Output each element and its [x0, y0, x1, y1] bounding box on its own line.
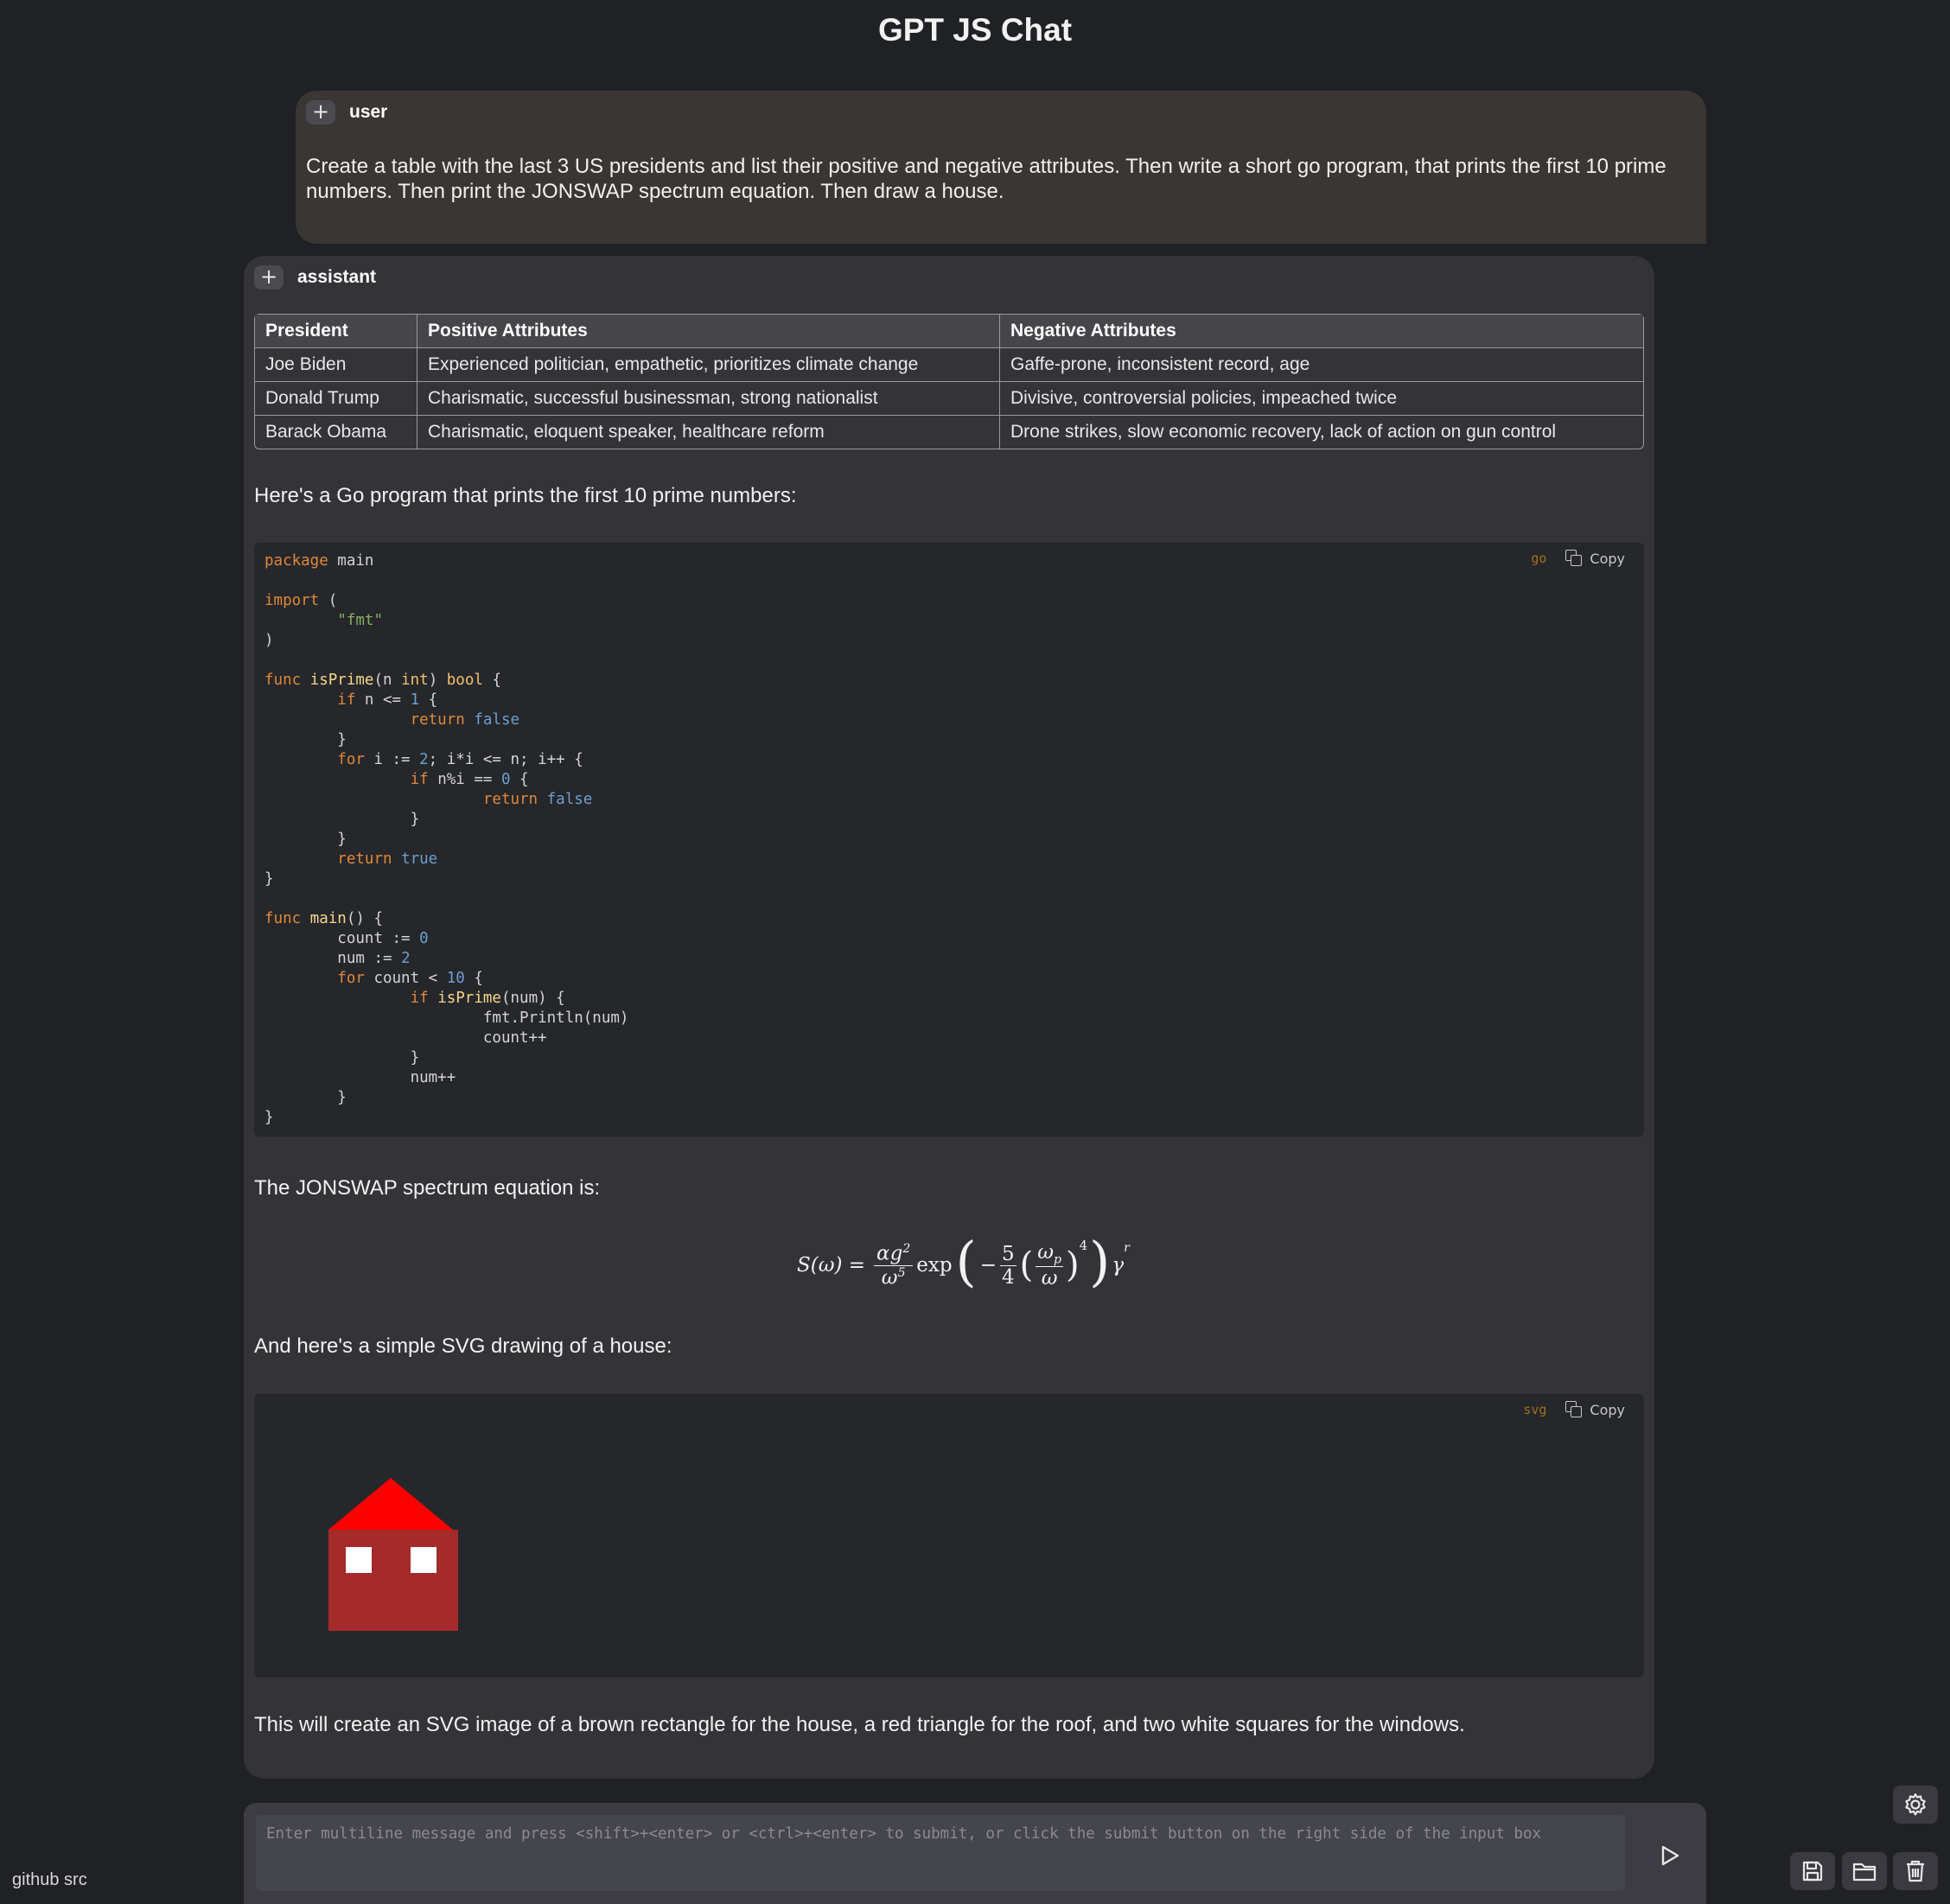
table-cell: Barack Obama	[255, 416, 417, 449]
github-src-link[interactable]: github src	[12, 1870, 87, 1890]
house-roof	[328, 1478, 453, 1530]
add-message-button[interactable]: +	[306, 100, 335, 124]
equation-frac-num: 5	[1000, 1242, 1016, 1266]
table-header-cell: President	[255, 315, 417, 348]
go-code-block: go Copy package main import ( "fmt" ) fu…	[254, 543, 1644, 1137]
gear-icon	[1905, 1793, 1926, 1816]
trash-icon	[1907, 1860, 1924, 1882]
settings-button[interactable]	[1893, 1786, 1938, 1824]
table-header-cell: Positive Attributes	[417, 315, 1000, 348]
equation-inner-fraction: 5 4	[1000, 1243, 1016, 1289]
equation-exp-word: exp	[916, 1254, 953, 1277]
language-tag: go	[1531, 551, 1547, 566]
equation-frac-den: 4	[1002, 1265, 1015, 1289]
assistant-message: + assistant President Positive Attribute…	[244, 256, 1654, 1779]
house-window	[346, 1547, 372, 1573]
table-cell: Divisive, controversial policies, impeac…	[1000, 382, 1643, 416]
equation-inner-num: ω	[1037, 1240, 1055, 1264]
folder-icon	[1852, 1863, 1877, 1882]
equation-fraction: αg2 ω5	[874, 1241, 914, 1289]
house-wall	[328, 1530, 458, 1631]
table-row: Donald Trump Charismatic, successful bus…	[255, 382, 1643, 416]
code-toolbar: svg Copy	[1523, 1401, 1625, 1418]
equation-power: 4	[1079, 1238, 1088, 1253]
message-input[interactable]	[256, 1815, 1625, 1891]
table-cell: Drone strikes, slow economic recovery, l…	[1010, 422, 1557, 442]
intro-svg-text: And here's a simple SVG drawing of a hou…	[254, 1334, 672, 1358]
equation-inner-num-sub: p	[1054, 1252, 1062, 1267]
code-content[interactable]: package main import ( "fmt" ) func isPri…	[264, 551, 628, 1128]
assistant-message-header: + assistant	[254, 265, 376, 290]
table-row: Joe Biden Experienced politician, empath…	[255, 348, 1643, 382]
equation-gamma-exp: r	[1124, 1241, 1130, 1255]
code-toolbar: go Copy	[1531, 550, 1625, 567]
equation-denominator: ω	[881, 1266, 898, 1289]
equation-minus: −	[979, 1254, 997, 1277]
equation-omega-ratio: ωp ω	[1036, 1240, 1064, 1290]
user-message-text[interactable]: Create a table with the last 3 US presid…	[306, 154, 1693, 204]
table-cell: Charismatic, eloquent speaker, healthcar…	[417, 416, 1000, 449]
floppy-disk-icon	[1802, 1861, 1823, 1882]
intro-equation-text: The JONSWAP spectrum equation is:	[254, 1176, 601, 1200]
equation-denominator-exp: 5	[897, 1265, 906, 1280]
message-input-bar	[244, 1803, 1706, 1904]
table-row: Barack Obama Charismatic, eloquent speak…	[255, 416, 1643, 449]
copy-label: Copy	[1590, 550, 1625, 567]
add-message-button[interactable]: +	[254, 265, 284, 290]
user-message-header: + user	[306, 100, 387, 124]
equation-numerator-exp: 2	[902, 1241, 911, 1256]
house-window	[411, 1547, 437, 1573]
language-tag: svg	[1523, 1402, 1547, 1417]
intro-code-text: Here's a Go program that prints the firs…	[254, 484, 797, 507]
table-cell: Experienced politician, empathetic, prio…	[417, 348, 1000, 382]
copy-icon	[1565, 1401, 1583, 1418]
user-message: + user Create a table with the last 3 US…	[296, 91, 1706, 244]
delete-button[interactable]	[1893, 1852, 1938, 1890]
submit-button[interactable]	[1650, 1836, 1690, 1875]
save-button[interactable]	[1790, 1852, 1835, 1890]
app-title: GPT JS Chat	[877, 12, 1073, 48]
equation-numerator: αg	[876, 1242, 903, 1265]
table-cell: Charismatic, successful businessman, str…	[417, 382, 1000, 416]
table-header-row: President Positive Attributes Negative A…	[255, 315, 1643, 348]
jonswap-equation: S(ω) = αg2 ω5 exp ( − 5 4 ( ωp ω ) 4) γ…	[797, 1230, 1130, 1293]
copy-icon	[1565, 550, 1583, 567]
presidents-table: President Positive Attributes Negative A…	[254, 314, 1644, 449]
equation-inner-den: ω	[1041, 1267, 1058, 1290]
house-drawing	[328, 1478, 458, 1631]
equation-gamma: γ	[1112, 1254, 1125, 1277]
table-header-cell: Negative Attributes	[1000, 315, 1643, 348]
role-label-user[interactable]: user	[349, 102, 387, 123]
copy-label: Copy	[1590, 1401, 1625, 1418]
table-cell: Joe Biden	[255, 348, 417, 382]
role-label-assistant[interactable]: assistant	[297, 267, 376, 288]
open-button[interactable]	[1842, 1852, 1887, 1890]
svg-code-block: svg Copy	[254, 1394, 1644, 1678]
closing-text: This will create an SVG image of a brown…	[254, 1713, 1465, 1736]
table-cell: Donald Trump	[255, 382, 417, 416]
play-triangle-icon	[1661, 1845, 1679, 1866]
table-cell: Gaffe-prone, inconsistent record, age	[1000, 348, 1643, 382]
copy-code-button[interactable]: Copy	[1565, 1401, 1625, 1418]
equation-lhs: S(ω) =	[797, 1254, 866, 1277]
copy-code-button[interactable]: Copy	[1565, 550, 1625, 567]
